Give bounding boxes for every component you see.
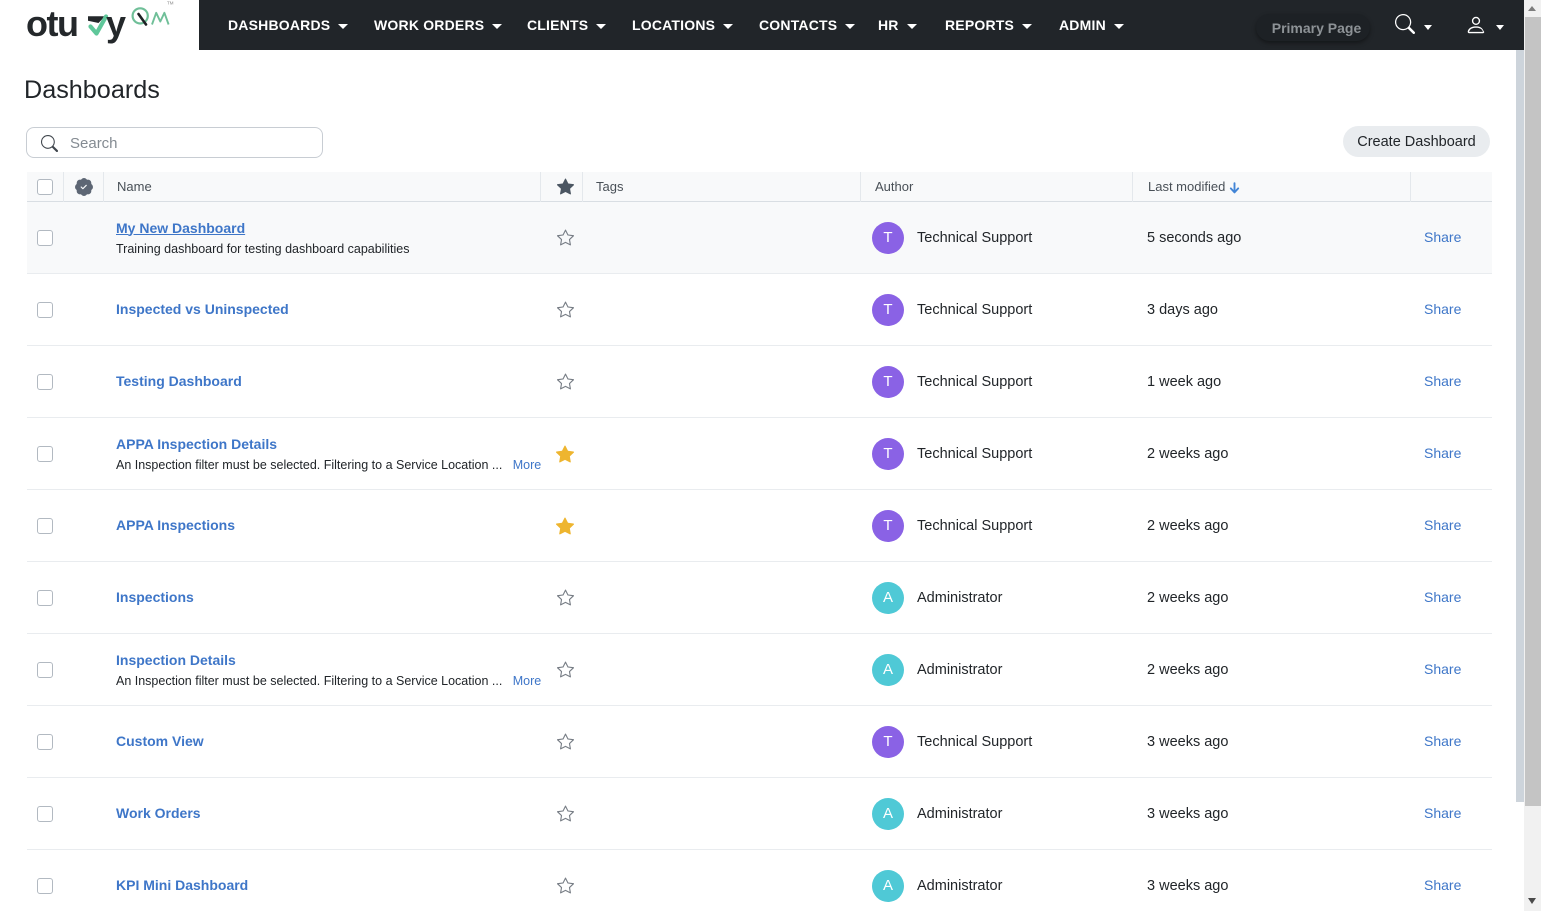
svg-text:otu: otu: [26, 3, 77, 44]
svg-text:TM: TM: [167, 1, 174, 6]
svg-text:y: y: [106, 3, 126, 44]
